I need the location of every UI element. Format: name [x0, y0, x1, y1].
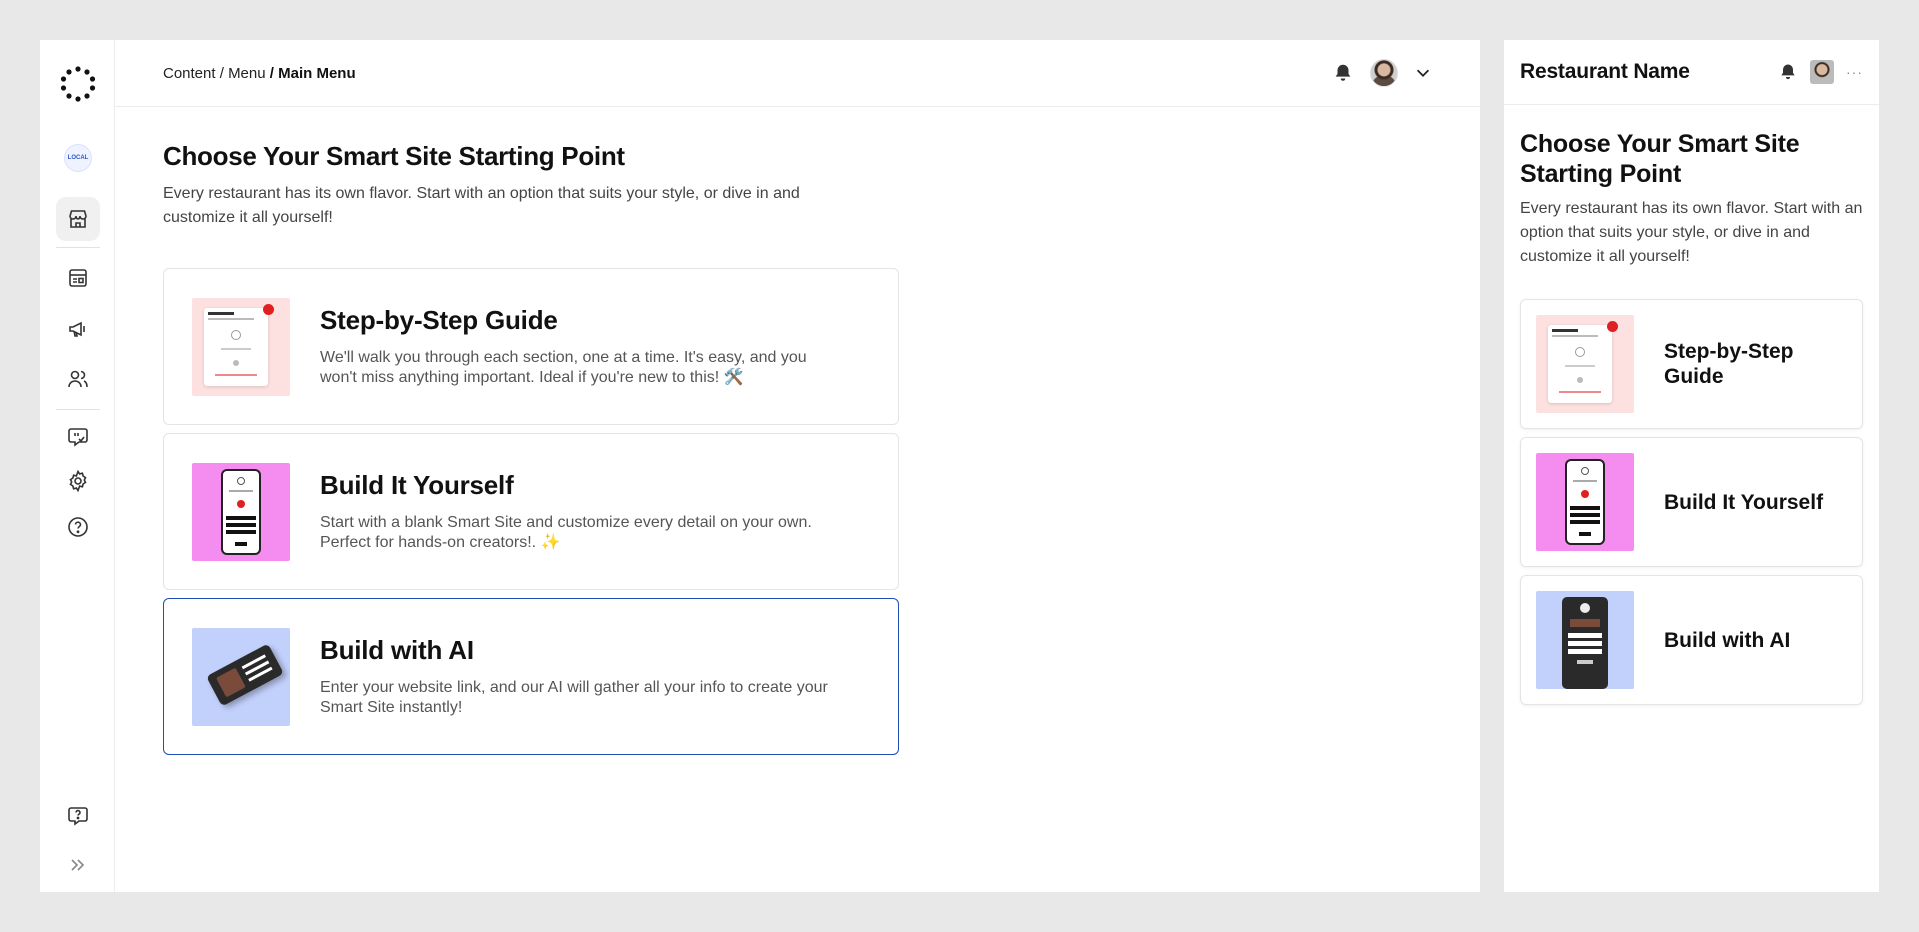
preview-option-build-yourself[interactable]: Build It Yourself — [1520, 437, 1863, 567]
help-circle-icon — [68, 517, 88, 537]
menu-board-icon — [69, 269, 87, 287]
more-icon[interactable]: ··· — [1846, 64, 1863, 80]
page-title: Choose Your Smart Site Starting Point — [163, 141, 625, 171]
sidebar-item-support[interactable] — [56, 794, 100, 838]
build-ai-thumbnail — [1536, 591, 1634, 689]
preview-option-title: Build It Yourself — [1664, 490, 1824, 514]
breadcrumb: Content / Menu / Main Menu — [163, 65, 356, 82]
build-yourself-thumbnail — [1536, 453, 1634, 551]
gear-icon — [69, 469, 87, 493]
sidebar-item-marketing[interactable] — [56, 307, 100, 351]
expand-icon — [71, 859, 85, 871]
chat-check-icon — [68, 428, 88, 447]
option-description: We'll walk you through each section, one… — [320, 349, 807, 386]
preview-option-list: Step-by-Step Guide Build It Yourself Bui… — [1520, 299, 1863, 705]
user-avatar[interactable] — [1370, 59, 1398, 87]
users-icon — [68, 370, 88, 388]
option-description: Enter your website link, and our AI will… — [320, 679, 828, 716]
starting-point-section: Choose Your Smart Site Starting Point Ev… — [115, 107, 1480, 797]
expand-sidebar-button[interactable] — [56, 843, 100, 887]
build-yourself-thumbnail — [192, 462, 290, 561]
breadcrumb-current: Main Menu — [278, 64, 356, 82]
user-avatar[interactable] — [1810, 60, 1834, 84]
option-step-by-step[interactable]: Step-by-Step Guide We'll walk you throug… — [163, 268, 899, 425]
breadcrumb-content[interactable]: Content — [163, 65, 216, 82]
option-title: Step-by-Step Guide — [320, 305, 558, 335]
step-guide-thumbnail — [1536, 315, 1634, 413]
option-description: Start with a blank Smart Site and custom… — [320, 514, 812, 551]
preview-subtitle: Every restaurant has its own flavor. Sta… — [1520, 200, 1863, 265]
restaurant-name: Restaurant Name — [1520, 60, 1690, 83]
sidebar-item-store[interactable] — [56, 197, 100, 241]
option-build-with-ai[interactable]: Build with AI Enter your website link, a… — [163, 598, 899, 755]
option-list: Step-by-Step Guide We'll walk you throug… — [163, 268, 899, 755]
page-subtitle: Every restaurant has its own flavor. Sta… — [163, 185, 800, 226]
mobile-preview-panel: Restaurant Name ··· Choose Your Smart Si… — [1504, 40, 1879, 892]
breadcrumb-menu[interactable]: Menu — [228, 65, 266, 82]
option-title: Build with AI — [320, 635, 474, 665]
sidebar: LOCAL — [40, 40, 115, 892]
main-content: Content / Menu / Main Menu Choose Your S… — [115, 40, 1480, 892]
preview-title: Choose Your Smart Site Starting Point — [1520, 130, 1800, 188]
sidebar-item-reviews[interactable] — [56, 415, 100, 459]
sidebar-item-help[interactable] — [56, 505, 100, 549]
preview-option-title: Build with AI — [1664, 628, 1791, 652]
sidebar-item-settings[interactable] — [56, 459, 100, 503]
breadcrumb-separator: / — [215, 64, 229, 82]
logo-icon[interactable] — [60, 66, 96, 102]
restaurant-avatar[interactable]: LOCAL — [64, 144, 92, 172]
app-window: LOCAL Content / Menu / Main Menu Choose … — [40, 40, 1480, 892]
megaphone-icon — [69, 321, 85, 337]
preview-option-title: Step-by-Step Guide — [1664, 340, 1794, 388]
preview-header: Restaurant Name ··· — [1504, 40, 1879, 105]
step-guide-thumbnail — [192, 297, 290, 396]
preview-option-build-with-ai[interactable]: Build with AI — [1520, 575, 1863, 705]
top-bar: Content / Menu / Main Menu — [115, 40, 1480, 107]
chevron-down-icon[interactable] — [1414, 64, 1432, 82]
store-icon — [69, 210, 87, 228]
option-build-yourself[interactable]: Build It Yourself Start with a blank Sma… — [163, 433, 899, 590]
support-chat-icon — [68, 807, 88, 826]
build-ai-thumbnail — [192, 627, 290, 726]
sidebar-item-menu[interactable] — [56, 256, 100, 300]
preview-option-step-by-step[interactable]: Step-by-Step Guide — [1520, 299, 1863, 429]
bell-icon[interactable] — [1332, 62, 1354, 84]
sidebar-item-customers[interactable] — [56, 357, 100, 401]
breadcrumb-separator: / — [265, 64, 279, 82]
bell-icon[interactable] — [1778, 62, 1798, 82]
option-title: Build It Yourself — [320, 470, 514, 500]
